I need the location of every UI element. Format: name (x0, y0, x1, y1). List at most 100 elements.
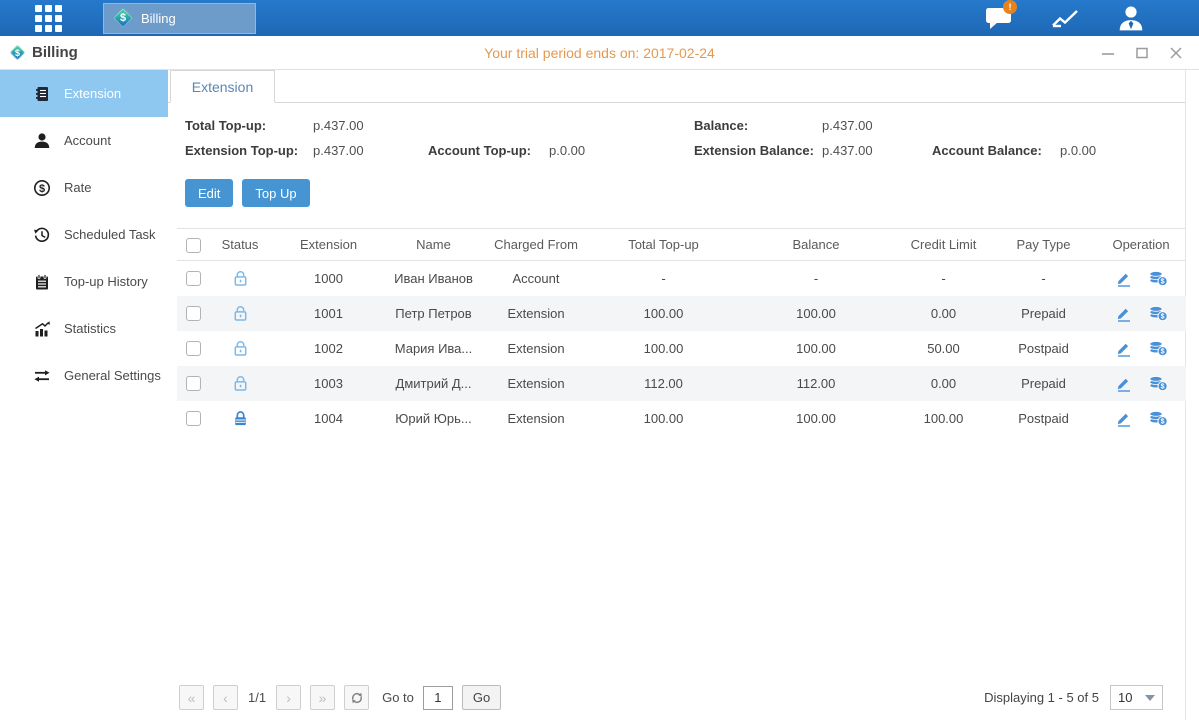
cell-extension: 1000 (271, 261, 386, 296)
refresh-button[interactable] (344, 685, 369, 710)
billing-diamond-icon (113, 8, 133, 28)
summary-label: Extension Balance: (694, 143, 822, 158)
cell-credit-limit: 100.00 (896, 401, 991, 436)
goto-label: Go to (382, 690, 414, 705)
topbar-tab-billing[interactable]: Billing (103, 3, 256, 34)
cell-total-topup: - (591, 261, 736, 296)
topup-icon[interactable]: $ (1148, 305, 1168, 322)
summary-value: p.437.00 (822, 143, 873, 158)
cell-name: Мария Ива... (386, 331, 481, 366)
chevron-down-icon (1145, 695, 1155, 701)
sidebar-item-account[interactable]: Account (0, 117, 168, 164)
edit-icon[interactable] (1114, 305, 1133, 322)
first-page-button[interactable]: « (179, 685, 204, 710)
lock-closed-icon (232, 410, 249, 427)
page-size-select[interactable]: 10 (1110, 685, 1163, 710)
table-row: 1000Иван ИвановAccount----$ (177, 261, 1186, 296)
edit-button[interactable]: Edit (185, 179, 233, 207)
window-titlebar: Your trial period ends on: 2017-02-24 Bi… (0, 36, 1199, 70)
cell-name: Юрий Юрь... (386, 401, 481, 436)
billing-diamond-icon (9, 44, 26, 61)
svg-text:$: $ (1161, 348, 1165, 355)
edit-icon[interactable] (1114, 270, 1133, 287)
maximize-button[interactable] (1135, 46, 1149, 60)
summary-label: Extension Top-up: (185, 143, 313, 158)
summary-value: p.437.00 (313, 143, 364, 158)
cell-credit-limit: 0.00 (896, 366, 991, 401)
column-header: Status (209, 229, 271, 261)
goto-page-input[interactable] (423, 686, 453, 710)
messages-button[interactable]: ! (983, 4, 1015, 32)
svg-text:$: $ (39, 183, 45, 195)
summary-label: Account Balance: (932, 143, 1060, 158)
row-checkbox[interactable] (186, 341, 201, 356)
sidebar-item-extension[interactable]: Extension (0, 70, 168, 117)
notebook-icon (33, 273, 51, 291)
prev-page-button[interactable]: ‹ (213, 685, 238, 710)
sidebar-item-topup-history[interactable]: Top-up History (0, 258, 168, 305)
row-checkbox[interactable] (186, 411, 201, 426)
minimize-button[interactable] (1101, 46, 1115, 60)
monitor-button[interactable] (1049, 4, 1081, 32)
topbar: Billing ! (0, 0, 1199, 36)
select-all-checkbox[interactable] (186, 238, 201, 253)
account-button[interactable] (1115, 4, 1147, 32)
table-row: 1002Мария Ива...Extension100.00100.0050.… (177, 331, 1186, 366)
sidebar-item-statistics[interactable]: Statistics (0, 305, 168, 352)
trial-notice: Your trial period ends on: 2017-02-24 (0, 45, 1199, 61)
person-icon (33, 132, 51, 150)
table-body: 1000Иван ИвановAccount----$1001Петр Петр… (177, 261, 1186, 436)
next-page-button[interactable]: › (276, 685, 301, 710)
ledger-icon (33, 85, 51, 103)
topbar-tab-label: Billing (141, 11, 176, 26)
sidebar-item-rate[interactable]: $ Rate (0, 164, 168, 211)
sidebar-item-general-settings[interactable]: General Settings (0, 352, 168, 399)
close-button[interactable] (1169, 46, 1183, 60)
cell-credit-limit: 0.00 (896, 296, 991, 331)
svg-text:$: $ (1161, 278, 1165, 285)
cell-name: Иван Иванов (386, 261, 481, 296)
cell-charged-from: Extension (481, 401, 591, 436)
transfer-arrows-icon (33, 367, 51, 385)
summary-value: p.0.00 (1060, 143, 1096, 158)
column-header: Balance (736, 229, 896, 261)
apps-grid-icon[interactable] (35, 5, 62, 32)
topup-icon[interactable]: $ (1148, 340, 1168, 357)
cell-extension: 1001 (271, 296, 386, 331)
edit-icon[interactable] (1114, 340, 1133, 357)
refresh-icon (349, 690, 365, 706)
top-up-button[interactable]: Top Up (242, 179, 309, 207)
tab-extension[interactable]: Extension (170, 70, 275, 103)
cell-extension: 1002 (271, 331, 386, 366)
last-page-button[interactable]: » (310, 685, 335, 710)
row-checkbox[interactable] (186, 376, 201, 391)
lock-open-icon (232, 375, 249, 392)
sidebar-item-label: Statistics (64, 321, 116, 336)
summary-label: Balance: (694, 118, 822, 133)
row-checkbox[interactable] (186, 271, 201, 286)
row-checkbox[interactable] (186, 306, 201, 321)
topup-icon[interactable]: $ (1148, 270, 1168, 287)
summary-total-topup: Total Top-up: p.437.00 (185, 118, 428, 133)
summary-label: Account Top-up: (428, 143, 549, 158)
sidebar-item-label: Extension (64, 86, 121, 101)
cell-total-topup: 100.00 (591, 296, 736, 331)
topup-icon[interactable]: $ (1148, 410, 1168, 427)
sidebar-item-scheduled-task[interactable]: Scheduled Task (0, 211, 168, 258)
lock-open-icon (232, 270, 249, 287)
pagination-bar: « ‹ 1/1 › » Go to Go Displaying 1 - 5 of… (168, 685, 1185, 710)
summary-value: p.437.00 (313, 118, 364, 133)
cell-balance: 100.00 (736, 331, 896, 366)
cell-pay-type: Postpaid (991, 331, 1096, 366)
go-button[interactable]: Go (462, 685, 501, 710)
edit-icon[interactable] (1114, 410, 1133, 427)
cell-balance: 100.00 (736, 401, 896, 436)
cell-extension: 1004 (271, 401, 386, 436)
edit-icon[interactable] (1114, 375, 1133, 392)
clock-history-icon (33, 226, 51, 244)
tab-label: Extension (192, 79, 253, 95)
cell-extension: 1003 (271, 366, 386, 401)
displaying-text: Displaying 1 - 5 of 5 (984, 690, 1099, 705)
column-header: Extension (271, 229, 386, 261)
topup-icon[interactable]: $ (1148, 375, 1168, 392)
